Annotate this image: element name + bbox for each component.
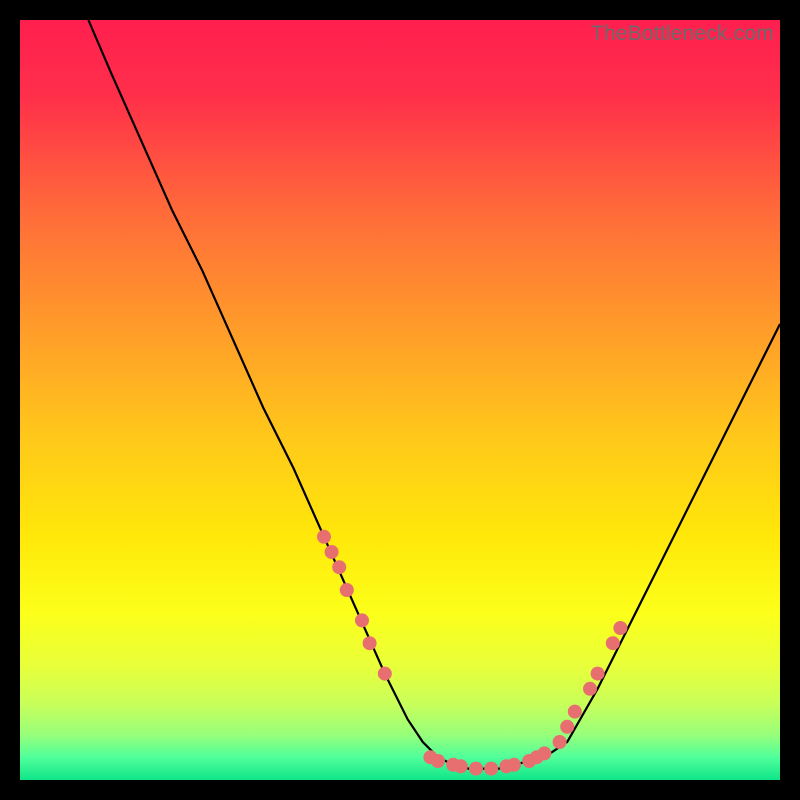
curve-marker: [454, 759, 468, 773]
curve-marker: [553, 735, 567, 749]
curve-marker: [560, 720, 574, 734]
chart-frame: TheBottleneck.com: [20, 20, 780, 780]
curve-marker: [469, 762, 483, 776]
curve-marker: [340, 583, 354, 597]
curve-marker: [606, 636, 620, 650]
curve-marker: [363, 636, 377, 650]
watermark-text: TheBottleneck.com: [591, 22, 774, 46]
curve-marker: [613, 621, 627, 635]
chart-svg: [20, 20, 780, 780]
gradient-background: [20, 20, 780, 780]
curve-marker: [591, 667, 605, 681]
curve-marker: [568, 705, 582, 719]
curve-marker: [325, 545, 339, 559]
curve-marker: [507, 758, 521, 772]
curve-marker: [332, 560, 346, 574]
curve-marker: [355, 613, 369, 627]
curve-marker: [378, 667, 392, 681]
curve-marker: [484, 762, 498, 776]
curve-marker: [583, 682, 597, 696]
curve-marker: [317, 530, 331, 544]
curve-marker: [537, 746, 551, 760]
curve-marker: [431, 754, 445, 768]
